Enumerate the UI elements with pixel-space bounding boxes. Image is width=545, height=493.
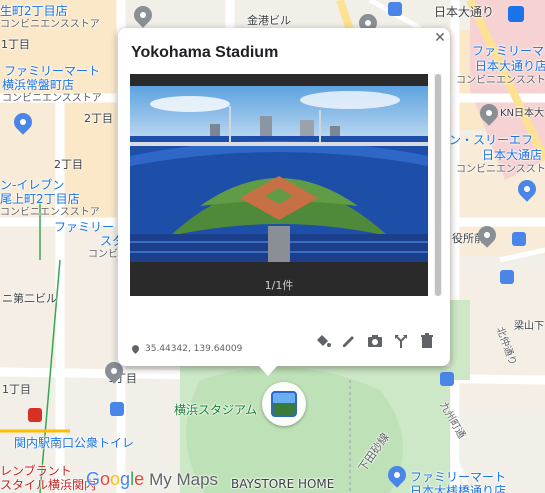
place-title: Yokohama Stadium	[131, 44, 279, 61]
label-lawson-a: ン・スリーエフ	[449, 133, 534, 147]
label-kn: KN日本大	[500, 108, 545, 119]
label-kanaya: 金港ビル	[247, 14, 291, 27]
stadium-photo-image	[130, 86, 428, 262]
label-nihon-odori: 日本大通り	[434, 5, 495, 19]
bus-stop-icon[interactable]	[110, 402, 124, 416]
stadium-photo-marker[interactable]	[262, 382, 306, 426]
label-fm2-b: 日本大通り店	[475, 59, 545, 73]
restaurant-icon[interactable]	[28, 408, 42, 422]
label-fm4-b: 日本大桟橋通り店	[410, 484, 507, 493]
camera-icon[interactable]	[366, 332, 384, 350]
label-lawson-b: 日本大通店	[482, 148, 543, 162]
label-dai2-building: ニ第二ビル	[2, 292, 57, 305]
label-fm4-a: ファミリーマート	[410, 470, 507, 484]
edit-pencil-icon[interactable]	[340, 332, 358, 350]
stadium-photo[interactable]	[130, 86, 428, 262]
label-seven-c: コンビニエンスストア	[0, 207, 100, 218]
bus-stop-icon[interactable]	[500, 270, 514, 284]
label-seven-a: ン-イレブン	[0, 178, 65, 192]
coordinates-row: 35.44342, 139.64009	[132, 344, 242, 354]
label-seven-b: 尾上町2丁目店	[0, 192, 80, 206]
label-chome-top: 1丁目	[1, 38, 30, 51]
subway-icon[interactable]	[508, 6, 524, 22]
label-fm2-c: コンビニエンスストア	[456, 75, 545, 86]
logo-suffix: My Maps	[149, 470, 219, 489]
label-shop-top-left: 生町2丁目店	[0, 4, 68, 18]
bus-stop-icon[interactable]	[388, 2, 402, 16]
label-kannai-toilet: 関内駅南口公衆トイレ	[14, 436, 135, 450]
logo-letter: o	[100, 469, 111, 489]
label-conv-top-left: コンビニエンスストア	[0, 19, 100, 30]
logo-letter: g	[120, 469, 131, 489]
photo-icon	[271, 391, 297, 417]
shrine-icon[interactable]	[440, 372, 454, 386]
photo-viewer[interactable]: 1/1件	[130, 74, 428, 296]
label-2chome-a: 2丁目	[84, 112, 113, 125]
location-pin-icon	[132, 344, 139, 354]
label-fm1-b: 横浜常盤町店	[2, 78, 75, 92]
label-fm2-a: ファミリーマート	[472, 44, 545, 58]
bus-stop-icon[interactable]	[512, 232, 526, 246]
delete-trash-icon[interactable]	[418, 332, 436, 350]
label-1chome-left: 1丁目	[2, 383, 31, 396]
close-icon[interactable]: ✕	[432, 30, 448, 46]
photo-scrollbar[interactable]	[434, 74, 442, 296]
logo-letter: G	[86, 469, 101, 489]
label-fm1-a: ファミリーマート	[4, 64, 101, 78]
label-fm1-c: コンビニエンスストア	[2, 93, 102, 104]
directions-icon[interactable]	[392, 332, 410, 350]
place-info-window: ✕ Yokohama Stadium 1/1件 35.44342, 139.64…	[118, 28, 450, 376]
label-2chome-b: 2丁目	[54, 158, 83, 171]
label-rembrandt-b: スタイル横浜関内	[0, 478, 97, 492]
label-rembrandt-a: レンブラント	[0, 464, 72, 478]
photo-counter: 1/1件	[264, 279, 294, 292]
label-fm3-a: ファミリー	[54, 220, 115, 234]
logo-letter: o	[110, 469, 121, 489]
scrollbar-thumb[interactable]	[435, 74, 441, 296]
style-paint-icon[interactable]	[314, 332, 332, 350]
coordinates-text: 35.44342, 139.64009	[145, 344, 243, 354]
label-lawson-c: コンビニエンスストア	[456, 164, 545, 175]
label-yamashita: 梁山下	[514, 321, 544, 332]
label-stadium-jp: 横浜スタジアム	[174, 403, 258, 417]
logo-letter: e	[134, 469, 145, 489]
google-my-maps-logo: Google My Maps	[86, 468, 218, 491]
label-baystore: BAYSTORE HOME	[231, 477, 335, 491]
